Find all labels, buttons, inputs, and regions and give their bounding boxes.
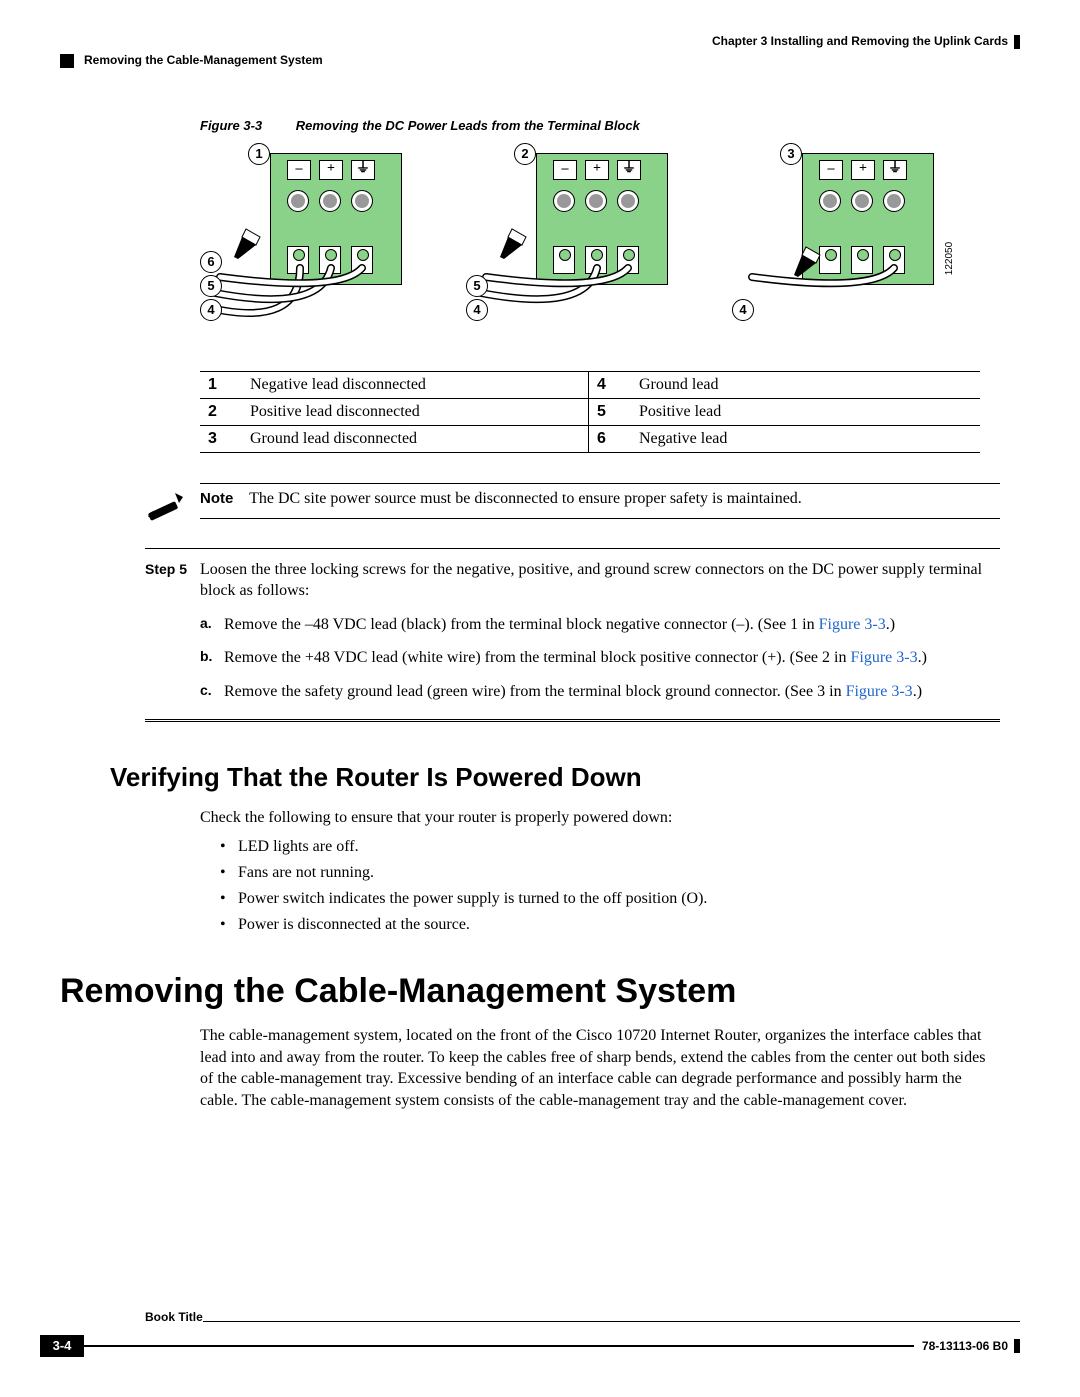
callout-4b: 4: [466, 299, 488, 321]
header-square-icon: [60, 54, 74, 68]
terminal-block-module-2: 2 –+⏚ 5 4: [466, 143, 696, 343]
sub-text-post: .): [913, 683, 922, 700]
terminal-block-module-3: 3 –+⏚ 4 122050: [732, 143, 962, 343]
figure-block: Figure 3-3 Removing the DC Power Leads f…: [200, 118, 1000, 453]
figure-title: Removing the DC Power Leads from the Ter…: [296, 118, 640, 133]
step-block: Step 5 Loosen the three locking screws f…: [145, 548, 1000, 715]
table-row: 2 Positive lead disconnected 5 Positive …: [200, 398, 980, 425]
figure-row: 1 –+⏚ 6 5 4: [200, 143, 1000, 343]
step-label: Step 5: [145, 559, 200, 715]
document-number: 78-13113-06 B0: [922, 1339, 1008, 1353]
list-item: LED lights are off.: [220, 838, 1000, 856]
note-label: Note: [200, 490, 233, 507]
verify-list: LED lights are off. Fans are not running…: [220, 838, 1000, 934]
key-number: 6: [589, 425, 632, 452]
key-text: Ground lead disconnected: [242, 425, 589, 452]
callout-1: 1: [248, 143, 270, 165]
book-title: Book Title: [40, 1310, 203, 1324]
page-number: 3-4: [40, 1335, 84, 1357]
callout-3: 3: [780, 143, 802, 165]
key-text: Positive lead: [631, 398, 980, 425]
callout-6: 6: [200, 251, 222, 273]
running-header-right: Chapter 3 Installing and Removing the Up…: [60, 34, 1020, 49]
callout-2: 2: [514, 143, 536, 165]
callout-5: 5: [200, 275, 222, 297]
list-item: a. Remove the –48 VDC lead (black) from …: [200, 614, 1000, 636]
callout-4: 4: [200, 299, 222, 321]
running-header-left: Removing the Cable-Management System: [60, 53, 1020, 68]
key-text: Negative lead disconnected: [242, 371, 589, 398]
chapter-label: Chapter 3 Installing and Removing the Up…: [712, 34, 1008, 48]
section-body: The cable-management system, located on …: [200, 1025, 1000, 1111]
step-sub-list: a. Remove the –48 VDC lead (black) from …: [200, 614, 1000, 703]
table-row: 1 Negative lead disconnected 4 Ground le…: [200, 371, 980, 398]
callout-4c: 4: [732, 299, 754, 321]
key-text: Negative lead: [631, 425, 980, 452]
note-pencil-icon: [145, 483, 200, 528]
subsection-heading: Verifying That the Router Is Powered Dow…: [110, 762, 1020, 793]
step-intro: Loosen the three locking screws for the …: [200, 559, 1000, 602]
key-number: 3: [200, 425, 242, 452]
key-text: Ground lead: [631, 371, 980, 398]
key-text: Positive lead disconnected: [242, 398, 589, 425]
key-number: 4: [589, 371, 632, 398]
verify-intro: Check the following to ensure that your …: [200, 807, 1000, 829]
callout-5b: 5: [466, 275, 488, 297]
figure-label: Figure 3-3: [200, 118, 262, 133]
note-block: Note The DC site power source must be di…: [145, 483, 1000, 528]
sub-text: Remove the –48 VDC lead (black) from the…: [224, 616, 819, 633]
figure-link[interactable]: Figure 3-3: [846, 683, 913, 700]
header-bar-icon: [1014, 35, 1020, 49]
pencil-icon: [792, 243, 826, 277]
footer-bar-icon: [1014, 1339, 1020, 1353]
key-number: 2: [200, 398, 242, 425]
table-row: 3 Ground lead disconnected 6 Negative le…: [200, 425, 980, 452]
section-label: Removing the Cable-Management System: [84, 53, 323, 67]
terminal-block-module-1: 1 –+⏚ 6 5 4: [200, 143, 430, 343]
list-item: Power is disconnected at the source.: [220, 916, 1000, 934]
figure-link[interactable]: Figure 3-3: [850, 649, 917, 666]
sub-marker: c.: [200, 681, 224, 703]
key-number: 1: [200, 371, 242, 398]
figure-key-table: 1 Negative lead disconnected 4 Ground le…: [200, 371, 980, 453]
sub-text: Remove the safety ground lead (green wir…: [224, 683, 846, 700]
figure-link[interactable]: Figure 3-3: [819, 616, 886, 633]
list-item: c. Remove the safety ground lead (green …: [200, 681, 1000, 703]
key-number: 5: [589, 398, 632, 425]
sub-text-post: .): [886, 616, 895, 633]
sub-marker: b.: [200, 647, 224, 669]
drawing-number: 122050: [944, 241, 955, 274]
list-item: Fans are not running.: [220, 864, 1000, 882]
pencil-icon: [232, 225, 266, 259]
note-text: The DC site power source must be disconn…: [249, 490, 802, 507]
list-item: b. Remove the +48 VDC lead (white wire) …: [200, 647, 1000, 669]
page-footer: Book Title 3-4 78-13113-06 B0: [40, 1311, 1020, 1357]
list-item: Power switch indicates the power supply …: [220, 890, 1000, 908]
sub-marker: a.: [200, 614, 224, 636]
section-heading: Removing the Cable-Management System: [60, 972, 1020, 1011]
sub-text: Remove the +48 VDC lead (white wire) fro…: [224, 649, 850, 666]
pencil-icon: [498, 225, 532, 259]
figure-caption: Figure 3-3 Removing the DC Power Leads f…: [200, 118, 1000, 133]
sub-text-post: .): [918, 649, 927, 666]
